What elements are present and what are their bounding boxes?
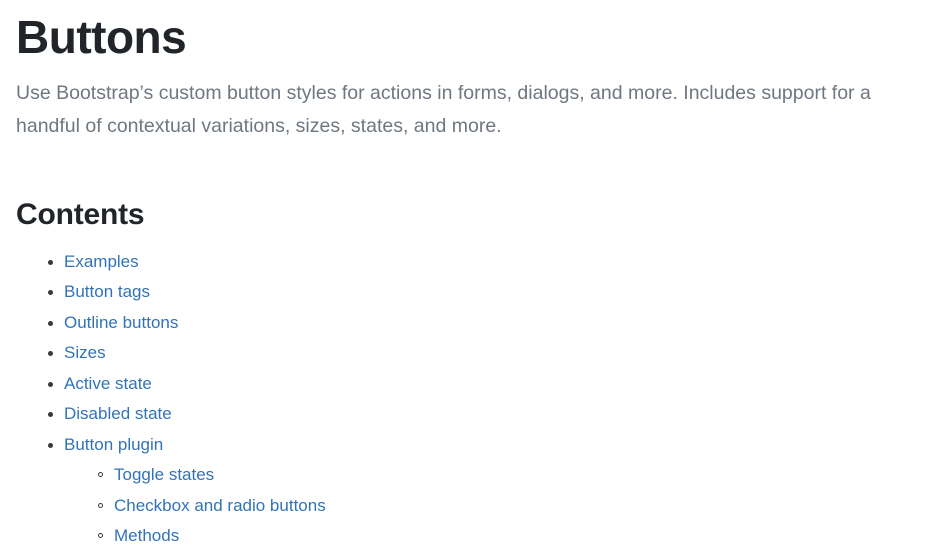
toc-link-active-state[interactable]: Active state <box>64 374 152 393</box>
contents-heading: Contents <box>16 197 145 231</box>
toc-link-button-tags[interactable]: Button tags <box>64 282 150 301</box>
toc-link-sizes[interactable]: Sizes <box>64 343 106 362</box>
list-item: Methods <box>98 521 931 552</box>
page-lead-paragraph: Use Bootstrap’s custom button styles for… <box>16 81 871 137</box>
documentation-page: Buttons Use Bootstrap’s custom button st… <box>0 0 947 552</box>
list-item: Disabled state <box>48 399 931 430</box>
list-item: Active state <box>48 369 931 400</box>
page-title: Buttons <box>16 11 187 63</box>
list-item: Examples <box>48 247 931 278</box>
table-of-contents-sublist: Toggle states Checkbox and radio buttons… <box>64 460 931 552</box>
toc-link-examples[interactable]: Examples <box>64 252 139 271</box>
list-item: Toggle states <box>98 460 931 491</box>
toc-link-toggle-states[interactable]: Toggle states <box>114 465 214 484</box>
list-item: Outline buttons <box>48 308 931 339</box>
list-item: Button plugin Toggle states Checkbox and… <box>48 430 931 552</box>
list-item: Button tags <box>48 277 931 308</box>
list-item: Checkbox and radio buttons <box>98 491 931 522</box>
toc-link-outline-buttons[interactable]: Outline buttons <box>64 313 178 332</box>
list-item: Sizes <box>48 338 931 369</box>
table-of-contents: Examples Button tags Outline buttons Siz… <box>16 247 931 552</box>
toc-link-checkbox-and-radio-buttons[interactable]: Checkbox and radio buttons <box>114 496 326 515</box>
toc-link-disabled-state[interactable]: Disabled state <box>64 404 172 423</box>
toc-link-methods[interactable]: Methods <box>114 526 179 545</box>
toc-link-button-plugin[interactable]: Button plugin <box>64 435 163 454</box>
